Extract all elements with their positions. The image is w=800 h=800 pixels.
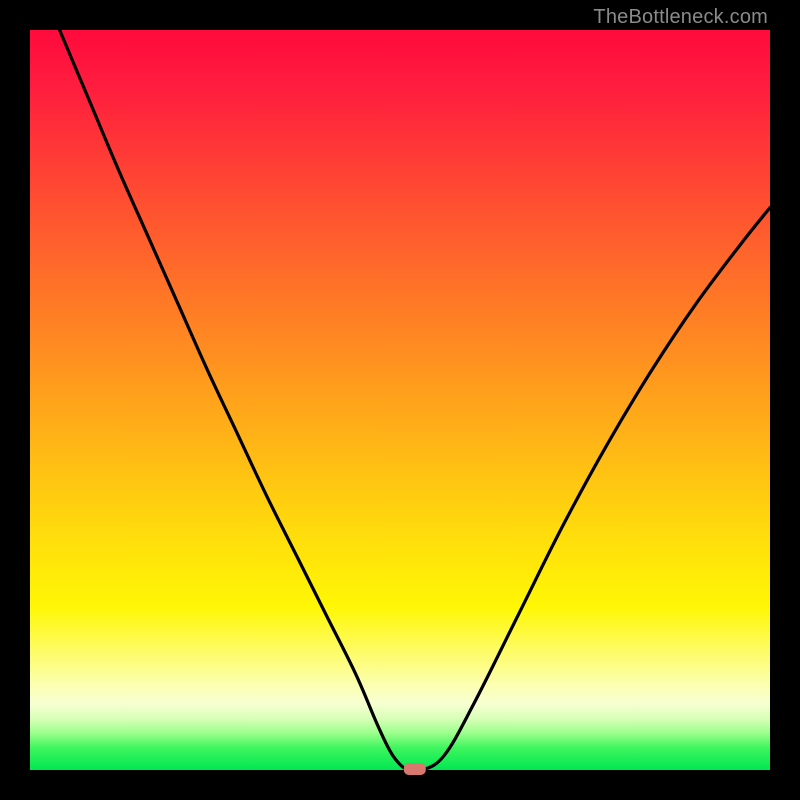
plot-area [30,30,770,770]
chart-frame: TheBottleneck.com [0,0,800,800]
watermark-text: TheBottleneck.com [593,6,768,29]
result-marker [404,763,426,775]
curve-svg [30,30,770,770]
bottleneck-curve [60,30,770,772]
